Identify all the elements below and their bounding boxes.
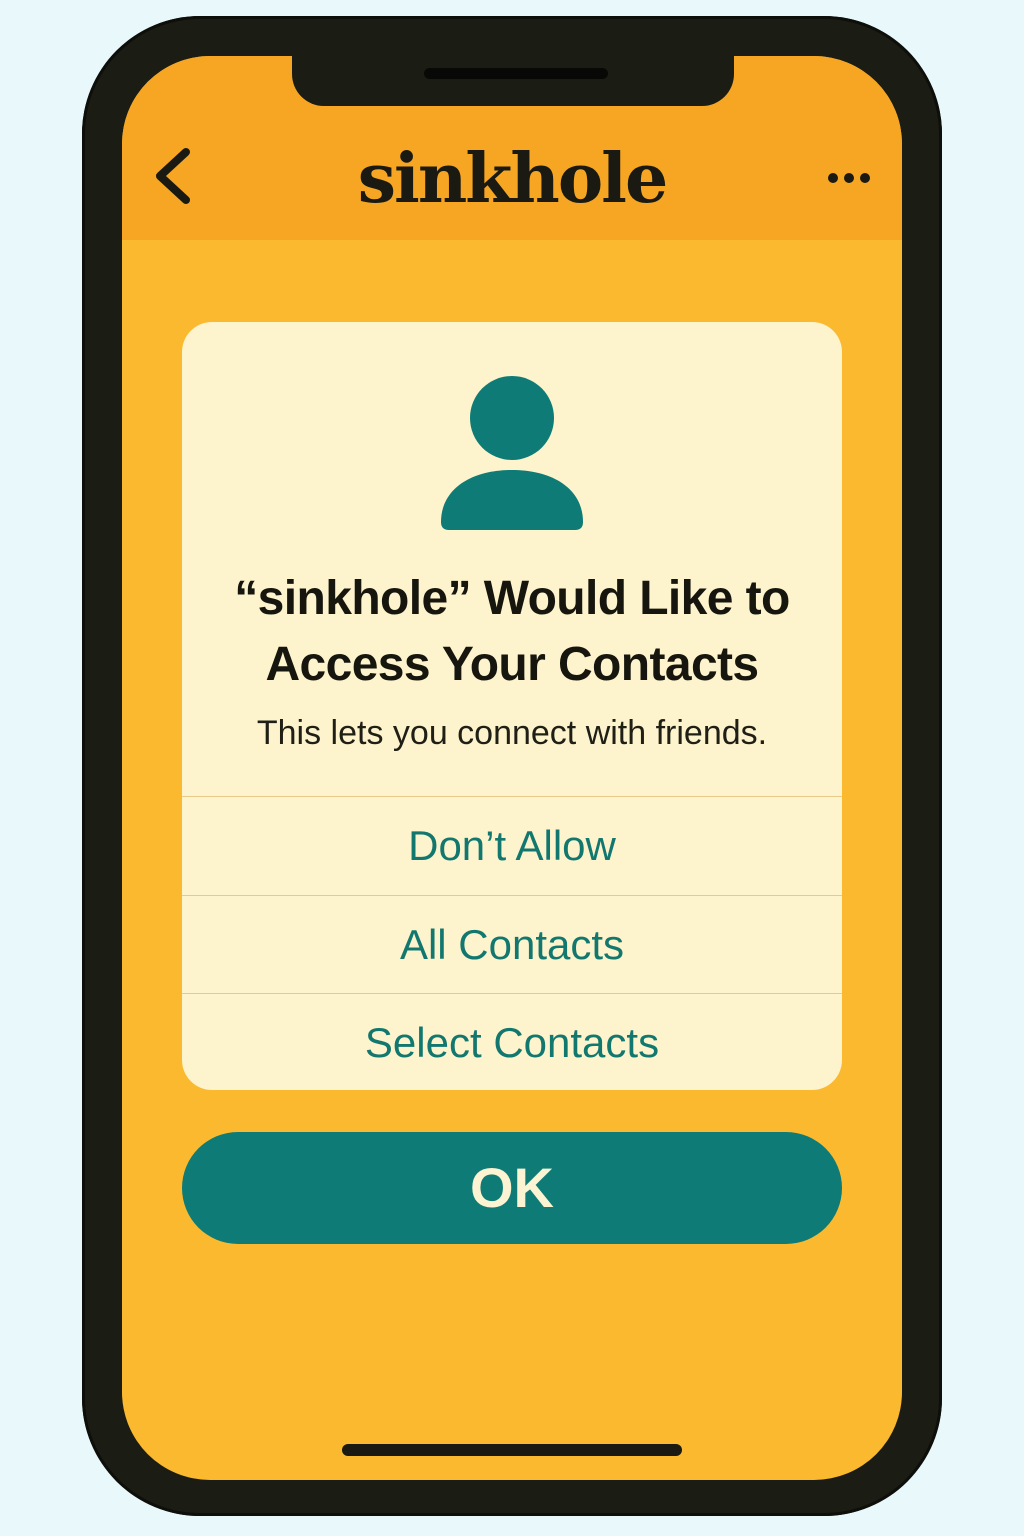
app-screen: sinkhole “sinkhole” Would Like to Access… xyxy=(122,56,902,1480)
select-contacts-button[interactable]: Select Contacts xyxy=(182,993,842,1090)
person-icon xyxy=(441,376,583,530)
device-notch xyxy=(292,56,734,106)
contacts-permission-dialog: “sinkhole” Would Like to Access Your Con… xyxy=(182,322,842,1090)
app-title: sinkhole xyxy=(357,139,669,219)
speaker-grille xyxy=(424,68,608,79)
dont-allow-button[interactable]: Don’t Allow xyxy=(182,796,842,895)
ok-button[interactable]: OK xyxy=(182,1132,842,1244)
dialog-title: “sinkhole” Would Like to Access Your Con… xyxy=(234,572,790,691)
ellipsis-icon xyxy=(828,173,870,183)
all-contacts-button[interactable]: All Contacts xyxy=(182,895,842,994)
back-button[interactable] xyxy=(148,144,204,208)
chevron-left-icon xyxy=(156,148,190,204)
more-options-button[interactable] xyxy=(822,162,876,194)
home-indicator[interactable] xyxy=(342,1444,682,1456)
dialog-message: This lets you connect with friends. xyxy=(256,714,768,752)
